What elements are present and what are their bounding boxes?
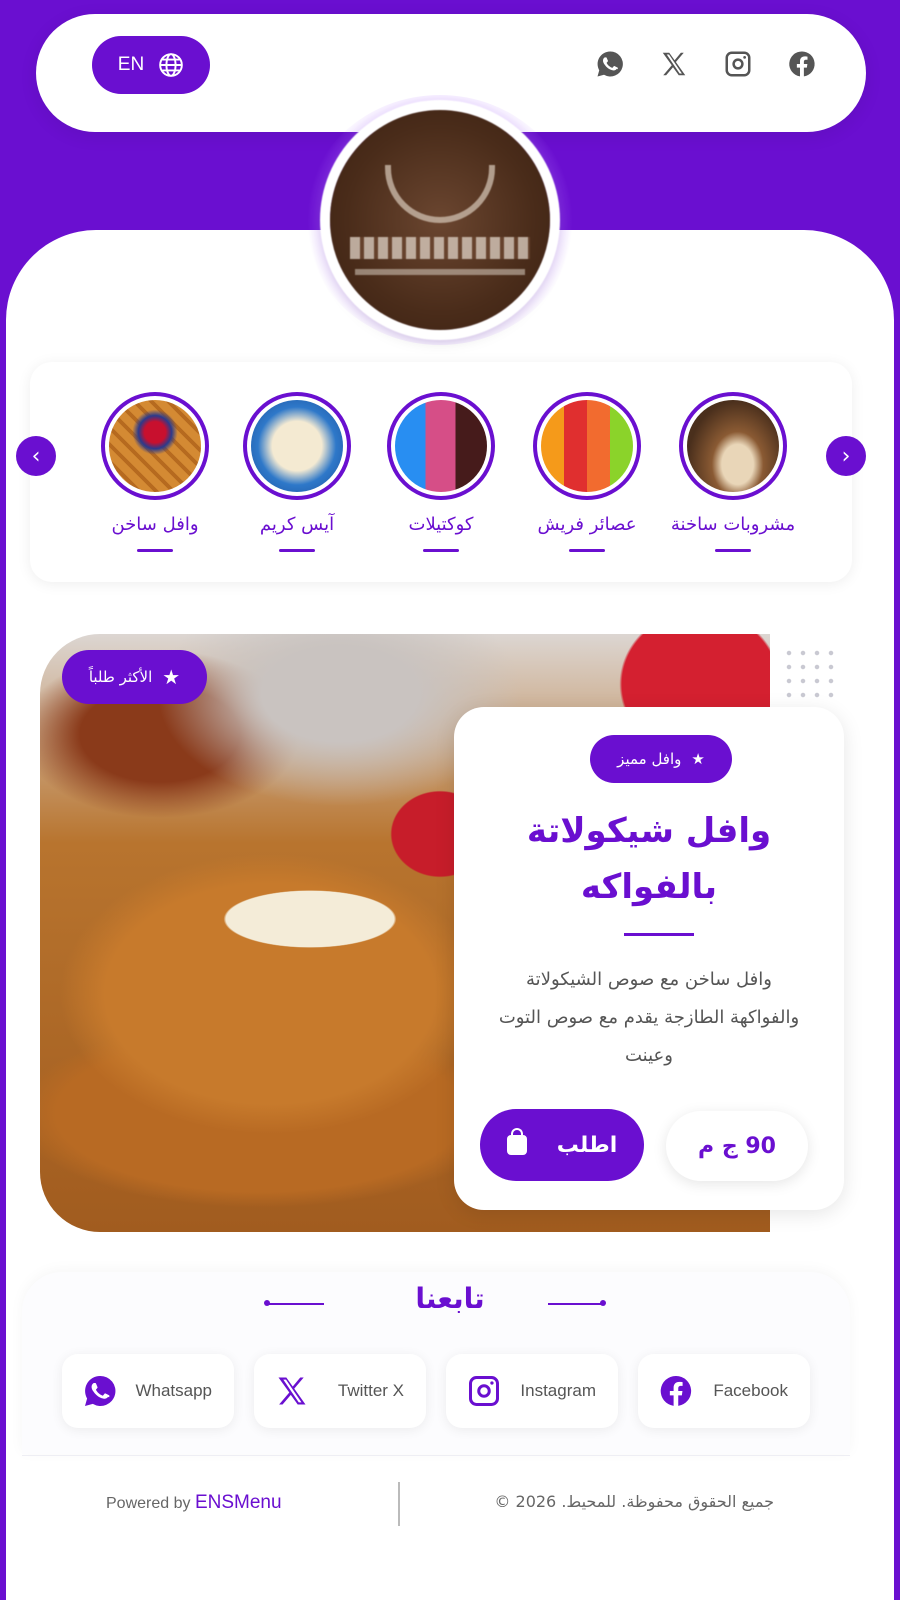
hot-drinks-photo — [687, 400, 779, 492]
featured-tag: ★ وافل مميز — [590, 735, 732, 783]
twitter-link-button[interactable]: Twitter X — [254, 1354, 426, 1428]
star-icon: ★ — [691, 750, 705, 768]
order-button[interactable]: اطلب — [480, 1109, 644, 1181]
category-underline — [569, 549, 605, 552]
category-thumbnail — [387, 392, 495, 500]
right-accent-border — [894, 330, 900, 1600]
footer-separator — [398, 1482, 400, 1526]
ice-cream-photo — [251, 400, 343, 492]
category-underline — [137, 549, 173, 552]
facebook-link-button[interactable]: Facebook — [638, 1354, 810, 1428]
featured-item-description: وافل ساخن مع صوص الشيكولاتة والفواكهة ال… — [498, 969, 800, 1066]
header-social-links — [594, 48, 818, 80]
category-thumbnail — [679, 392, 787, 500]
x-icon[interactable] — [658, 48, 690, 80]
category-underline — [715, 549, 751, 552]
featured-tag-label: وافل مميز — [617, 750, 682, 768]
chevron-left-icon: ‹ — [31, 443, 41, 469]
most-ordered-label: الأكثر طلباً — [88, 668, 153, 686]
language-label: EN — [117, 54, 145, 75]
category-underline — [423, 549, 459, 552]
facebook-link-label: Facebook — [713, 1381, 788, 1400]
title-divider — [624, 933, 694, 936]
featured-item-title: وافل شيكولاتة بالفواكه — [526, 811, 772, 907]
category-underline — [279, 549, 315, 552]
category-label: عصائر فريش — [537, 514, 637, 535]
brand-link[interactable]: ENSMenu — [195, 1492, 282, 1513]
featured-item-card: ★ وافل مميز وافل شيكولاتة بالفواكه وافل … — [454, 707, 844, 1210]
title-decoration-dot — [264, 1300, 270, 1306]
category-label: وافل ساخن — [111, 514, 199, 535]
category-thumbnail — [533, 392, 641, 500]
juices-photo — [541, 400, 633, 492]
whatsapp-icon — [85, 1375, 116, 1406]
star-icon: ★ — [162, 665, 181, 689]
whatsapp-link-button[interactable]: Whatsapp — [62, 1354, 234, 1428]
powered-by-label: Powered by — [106, 1495, 191, 1512]
title-decoration-dot — [600, 1300, 606, 1306]
instagram-link-button[interactable]: Instagram — [446, 1354, 618, 1428]
logo-cup-shape — [385, 165, 495, 223]
category-label: آيس كريم — [259, 514, 335, 535]
categories-carousel: وافل ساخن آيس كريم كوكتيلات عصائر فريش م… — [30, 362, 852, 582]
category-label: مشروبات ساخنة — [670, 514, 796, 535]
follow-us-title: تابعنا — [415, 1282, 485, 1315]
instagram-link-label: Instagram — [520, 1381, 596, 1400]
logo-area — [305, 95, 575, 345]
featured-item-price: 90 ج م — [666, 1111, 808, 1181]
title-decoration-left — [268, 1303, 324, 1305]
twitter-link-label: Twitter X — [337, 1381, 404, 1400]
waffle-photo — [109, 400, 201, 492]
powered-by: Powered by ENSMenu — [106, 1492, 282, 1514]
chevron-right-icon: › — [841, 443, 851, 469]
decorative-dots — [782, 646, 842, 702]
order-button-label: اطلب — [556, 1132, 618, 1158]
instagram-icon — [469, 1376, 499, 1406]
facebook-icon — [660, 1375, 692, 1406]
category-thumbnail — [243, 392, 351, 500]
category-item[interactable]: كوكتيلات — [366, 392, 516, 552]
whatsapp-link-label: Whatsapp — [135, 1381, 212, 1400]
x-icon — [278, 1377, 306, 1405]
most-ordered-badge: ★ الأكثر طلباً — [62, 650, 207, 704]
category-item[interactable]: وافل ساخن — [80, 392, 230, 552]
logo-underline-shape — [355, 269, 525, 275]
carousel-prev-button[interactable]: ‹ — [16, 436, 56, 476]
language-toggle-button[interactable]: EN — [92, 36, 210, 94]
cafe-logo[interactable] — [330, 110, 550, 330]
carousel-next-button[interactable]: › — [826, 436, 866, 476]
copyright-text: جميع الحقوق محفوظة. للمحيط. 2026 © — [494, 1492, 774, 1511]
title-decoration-right — [548, 1303, 604, 1305]
category-item[interactable]: مشروبات ساخنة — [658, 392, 808, 552]
category-label: كوكتيلات — [408, 514, 474, 535]
facebook-icon[interactable] — [786, 48, 818, 80]
cocktails-photo — [395, 400, 487, 492]
page-footer: Powered by ENSMenu جميع الحقوق محفوظة. ل… — [22, 1455, 850, 1565]
category-thumbnail — [101, 392, 209, 500]
globe-icon — [159, 53, 184, 77]
instagram-icon[interactable] — [722, 48, 754, 80]
logo-wordmark-shape — [350, 237, 530, 259]
category-item[interactable]: آيس كريم — [222, 392, 372, 552]
shopping-bag-icon — [506, 1128, 527, 1155]
category-item[interactable]: عصائر فريش — [512, 392, 662, 552]
whatsapp-icon[interactable] — [594, 48, 626, 80]
